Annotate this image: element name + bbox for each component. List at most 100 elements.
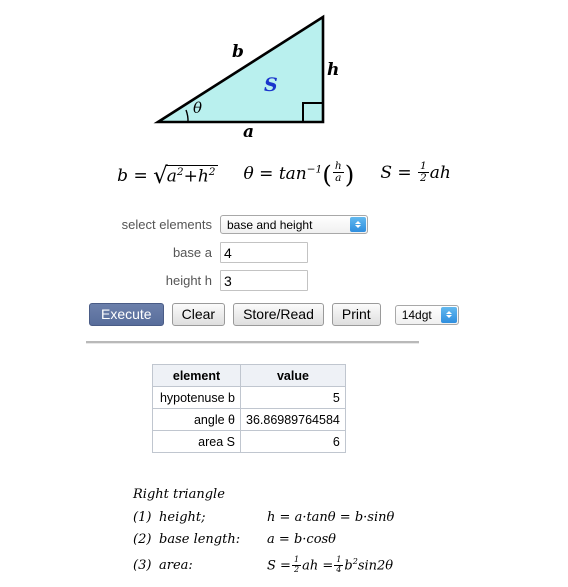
results-table-body: hypotenuse b 5 angle θ 36.86989764584 ar… — [152, 386, 346, 453]
label-area-s: S — [264, 74, 278, 96]
label-base-a: a — [243, 122, 255, 142]
height-label: height h — [165, 273, 212, 288]
note-index: (3) — [133, 558, 152, 574]
horizontal-divider — [86, 341, 419, 344]
label-height-h: h — [327, 60, 340, 80]
m-lhs: a — [267, 532, 275, 547]
note-item-1: (1) height; h = a·tanθ = b·sinθ — [133, 507, 394, 529]
digits-value: 14dgt — [401, 307, 432, 322]
radicand-plus: + — [183, 167, 198, 187]
radicand: a2+h2 — [165, 165, 218, 187]
note-index: (1) — [133, 510, 152, 525]
triangle-svg — [153, 14, 325, 124]
store-read-button[interactable]: Store/Read — [233, 303, 324, 326]
table-row: hypotenuse b 5 — [152, 386, 346, 409]
frac-den: a — [335, 172, 342, 185]
m3-eq2: = — [322, 558, 334, 574]
m3-eq1: = — [280, 558, 291, 574]
table-header-row: element value — [152, 364, 346, 387]
formula-hypotenuse: b = √a2+h2 — [117, 161, 218, 189]
frac-one-quarter: 14 — [334, 555, 344, 574]
frac-h-over-a: ha — [332, 161, 344, 185]
triangle-figure: b h a θ S — [0, 0, 568, 145]
label-angle-theta: θ — [193, 99, 203, 117]
radicand-h-exp: 2 — [208, 166, 216, 179]
select-elements-value: base and height — [227, 217, 313, 232]
digits-dropdown[interactable]: 14dgt — [394, 304, 459, 325]
m3-lhs: S — [267, 558, 276, 574]
row-label: angle θ — [152, 408, 241, 431]
m-eq2: = — [339, 510, 351, 525]
input-form: select elements base and height base a h… — [0, 212, 568, 296]
note-key: height; — [159, 510, 206, 525]
frac-den: 4 — [336, 564, 342, 574]
m-t1: a·tanθ — [294, 510, 336, 525]
chevron-down-icon — [445, 315, 452, 318]
row-select-elements: select elements base and height — [0, 212, 568, 237]
note-math: a = b·cosθ — [267, 529, 336, 551]
notes-title: Right triangle — [133, 487, 225, 502]
m-eq1: = — [278, 532, 290, 547]
label-hypotenuse-b: b — [232, 42, 244, 62]
frac-one-half: 12 — [291, 555, 302, 574]
m-lhs: h — [267, 510, 276, 525]
print-button[interactable]: Print — [331, 303, 381, 326]
formula-theta-eq: = — [259, 163, 274, 184]
clear-button[interactable]: Clear — [171, 303, 226, 326]
m3-mid: ah — [302, 558, 319, 574]
formula-b-lhs: b — [117, 166, 129, 186]
m3-tail-b: b — [344, 558, 353, 574]
paren-close: ) — [344, 159, 355, 189]
row-label: hypotenuse b — [152, 386, 241, 409]
m-t2: b·sinθ — [354, 510, 395, 525]
execute-button[interactable]: Execute — [89, 303, 164, 326]
chevron-updown-icon[interactable] — [440, 306, 457, 323]
formula-tan-exp: −1 — [306, 162, 323, 175]
base-label: base a — [172, 245, 212, 260]
radicand-h: h — [197, 167, 209, 187]
formula-area: S = 1 2 ah — [380, 161, 451, 185]
paren-open: ( — [322, 159, 332, 189]
note-math: h = a·tanθ = b·sinθ — [267, 507, 394, 529]
radicand-a: a — [166, 167, 177, 187]
select-elements-dropdown[interactable]: base and height — [220, 215, 368, 234]
note-math: S = 1 2 ah = 1 4 b2sin2θ — [267, 551, 393, 577]
note-index: (2) — [133, 532, 152, 547]
table-row: angle θ 36.86989764584 — [152, 408, 346, 431]
results-table: element value hypotenuse b 5 angle θ 36.… — [152, 364, 346, 453]
chevron-updown-icon[interactable] — [350, 217, 366, 232]
m-t1: b·cosθ — [293, 532, 337, 547]
formula-tan: tan — [278, 163, 307, 184]
frac-den: 2 — [420, 172, 427, 185]
row-base: base a — [0, 240, 568, 265]
m3-tail-rest: sin2θ — [357, 558, 394, 574]
formula-s-lhs: S — [380, 163, 392, 184]
row-height: height h — [0, 268, 568, 293]
action-button-row: Execute Clear Store/Read Print 14dgt — [89, 303, 459, 326]
note-item-2: (2) base length: a = b·cosθ — [133, 529, 394, 551]
formula-b-eq: = — [133, 166, 148, 186]
table-row: area S 6 — [152, 430, 346, 453]
digits-select-wrap: 14dgt — [394, 304, 459, 325]
row-value: 6 — [240, 430, 346, 453]
triangle-shape — [153, 14, 325, 124]
select-elements-label: select elements — [121, 217, 212, 232]
frac-den: 2 — [293, 564, 300, 574]
row-label: area S — [152, 430, 241, 453]
chevron-down-icon — [355, 225, 361, 228]
formula-notes: Right triangle (1) height; h = a·tanθ = … — [133, 484, 394, 577]
formula-s-rest: ah — [429, 163, 451, 184]
note-key: area: — [159, 558, 193, 574]
results-table-head: element value — [152, 364, 346, 387]
frac-one-half: 12 — [418, 161, 429, 184]
formula-s-eq: = — [397, 163, 412, 184]
row-value: 36.86989764584 — [240, 408, 346, 431]
header-value: value — [240, 364, 346, 387]
m-eq1: = — [279, 510, 291, 525]
header-element: element — [152, 364, 241, 387]
row-value: 5 — [240, 386, 346, 409]
height-input[interactable] — [220, 270, 308, 291]
chevron-up-icon — [355, 221, 361, 224]
base-input[interactable] — [220, 242, 308, 263]
formula-theta-lhs: θ — [243, 163, 254, 184]
